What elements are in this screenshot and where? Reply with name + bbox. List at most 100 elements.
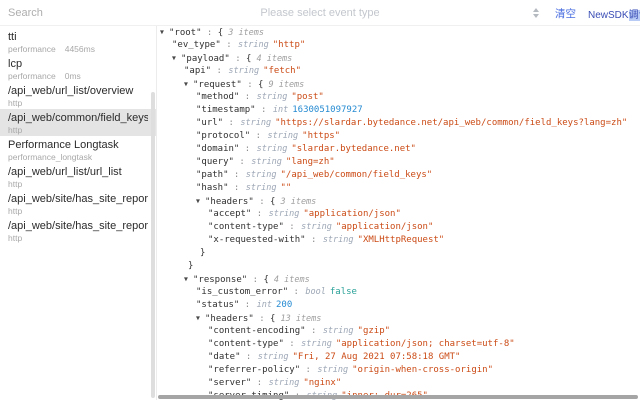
json-colon: : [288, 287, 304, 297]
json-value: "XMLHttpRequest" [358, 235, 445, 245]
expander-icon[interactable]: ▼ [196, 195, 205, 208]
json-item-count: 9 items [268, 80, 304, 90]
json-colon: : [300, 365, 316, 375]
json-key: "url" [196, 118, 223, 128]
json-value: "application/json" [303, 209, 401, 219]
sdk-debug-label: NewSDK [588, 10, 629, 21]
json-type-label: string [238, 40, 269, 50]
json-value: "gzip" [358, 326, 391, 336]
json-tree-row: "query" : string"lang=zh" [158, 156, 640, 169]
event-title: /api_web/common/field_keys [8, 111, 148, 125]
json-value: "https" [302, 131, 340, 141]
json-key: "payload" [181, 54, 230, 64]
json-colon: : [229, 183, 245, 193]
json-colon: : [211, 66, 227, 76]
json-tree-row: "protocol" : string"https" [158, 130, 640, 143]
expander-icon[interactable]: ▼ [196, 312, 205, 325]
event-subtitle: performance_longtask [8, 152, 148, 162]
expander-icon[interactable]: ▼ [160, 26, 169, 39]
json-open-brace: { [263, 275, 268, 285]
json-value: "application/json" [336, 222, 434, 232]
json-type-label: string [246, 170, 277, 180]
sidebar-scrollbar[interactable] [151, 92, 155, 398]
json-key: "method" [196, 92, 239, 102]
event-subtitle: http [8, 179, 148, 189]
event-subtitle: performance 0ms [8, 71, 148, 81]
json-tree-row: "content-type" : string"application/json… [158, 221, 640, 234]
expander-icon[interactable]: ▼ [184, 273, 193, 286]
clear-button[interactable]: 清空 [555, 6, 576, 21]
json-tree-row: "x-requested-with" : string"XMLHttpReque… [158, 234, 640, 247]
json-type-label: string [269, 378, 300, 388]
json-tree-row: ▼"headers" : {3 items [158, 195, 640, 208]
json-key: "referrer-policy" [208, 365, 300, 375]
json-colon: : [254, 197, 270, 207]
json-type-label: string [323, 235, 354, 245]
json-tree-row: "hash" : string"" [158, 182, 640, 195]
json-key: "x-requested-with" [208, 235, 306, 245]
json-type-label: string [246, 183, 277, 193]
event-title: /api_web/url_list/url_list [8, 165, 148, 179]
json-tree-row: "method" : string"post" [158, 91, 640, 104]
json-item-count: 4 items [256, 54, 292, 64]
json-value: "https://slardar.bytedance.net/api_web/c… [275, 118, 627, 128]
expander-icon[interactable]: ▼ [184, 78, 193, 91]
event-list-item[interactable]: lcp performance 0ms [0, 55, 156, 82]
json-type-label: string [323, 326, 354, 336]
json-colon: : [251, 209, 267, 219]
json-value: false [330, 287, 357, 297]
json-value: "lang=zh" [286, 157, 335, 167]
json-type-label: int [257, 300, 272, 310]
json-colon: : [239, 300, 255, 310]
json-value: "http" [273, 40, 306, 50]
sidebar: tti performance 4456ms lcp performance 0… [0, 26, 157, 400]
json-key: "content-type" [208, 222, 284, 232]
event-list-item[interactable]: Performance Longtask performance_longtas… [0, 136, 156, 163]
json-value: "origin-when-cross-origin" [352, 365, 493, 375]
event-title: Performance Longtask [8, 138, 148, 152]
json-tree-row: "timestamp" : int1630051097927 [158, 104, 640, 117]
sdk-debug-button[interactable]: NewSDK调试 [588, 6, 640, 21]
json-colon: : [306, 326, 322, 336]
json-close-brace: } [184, 261, 193, 271]
event-type-select[interactable]: Please select event type [0, 7, 640, 19]
json-key: "server" [208, 378, 251, 388]
event-list-item[interactable]: tti performance 4456ms [0, 28, 156, 55]
json-colon: : [247, 275, 263, 285]
arrow-down-icon [533, 14, 539, 18]
select-arrows-icon[interactable] [533, 8, 539, 18]
event-type-label: performance_longtask [8, 152, 92, 162]
json-type-label: string [257, 92, 288, 102]
event-title: /api_web/site/has_site_report [8, 219, 148, 233]
horizontal-scrollbar[interactable] [158, 395, 638, 399]
event-list: tti performance 4456ms lcp performance 0… [0, 26, 156, 244]
json-colon: : [250, 131, 266, 141]
json-item-count: 4 items [274, 275, 310, 285]
event-subtitle: performance 4456ms [8, 44, 148, 54]
json-tree-row: } [158, 260, 640, 273]
json-type-label: string [240, 118, 271, 128]
event-type-label: performance [8, 71, 56, 81]
json-tree-row: "url" : string"https://slardar.bytedance… [158, 117, 640, 130]
expander-icon[interactable]: ▼ [172, 52, 181, 65]
json-key: "response" [193, 275, 247, 285]
json-key: "domain" [196, 144, 239, 154]
json-tree: ▼"root" : {3 items"ev_type" : string"htt… [158, 26, 640, 400]
event-type-label: http [8, 206, 22, 216]
event-list-item[interactable]: /api_web/url_list/overview http [0, 82, 156, 109]
sdk-debug-label-highlight: 调试 [629, 10, 640, 21]
json-key: "content-type" [208, 339, 284, 349]
json-value: 200 [276, 300, 292, 310]
event-list-item[interactable]: /api_web/site/has_site_report http [0, 190, 156, 217]
event-list-item[interactable]: /api_web/site/has_site_report http [0, 217, 156, 244]
json-tree-row: } [158, 247, 640, 260]
json-colon: : [284, 339, 300, 349]
json-tree-row: "ev_type" : string"http" [158, 39, 640, 52]
event-list-item[interactable]: /api_web/url_list/url_list http [0, 163, 156, 190]
json-tree-row: "path" : string"/api_web/common/field_ke… [158, 169, 640, 182]
json-type-label: bool [305, 287, 325, 297]
event-list-item[interactable]: /api_web/common/field_keys http [0, 109, 156, 136]
json-key: "path" [196, 170, 229, 180]
json-colon: : [239, 92, 255, 102]
json-key: "timestamp" [196, 105, 256, 115]
